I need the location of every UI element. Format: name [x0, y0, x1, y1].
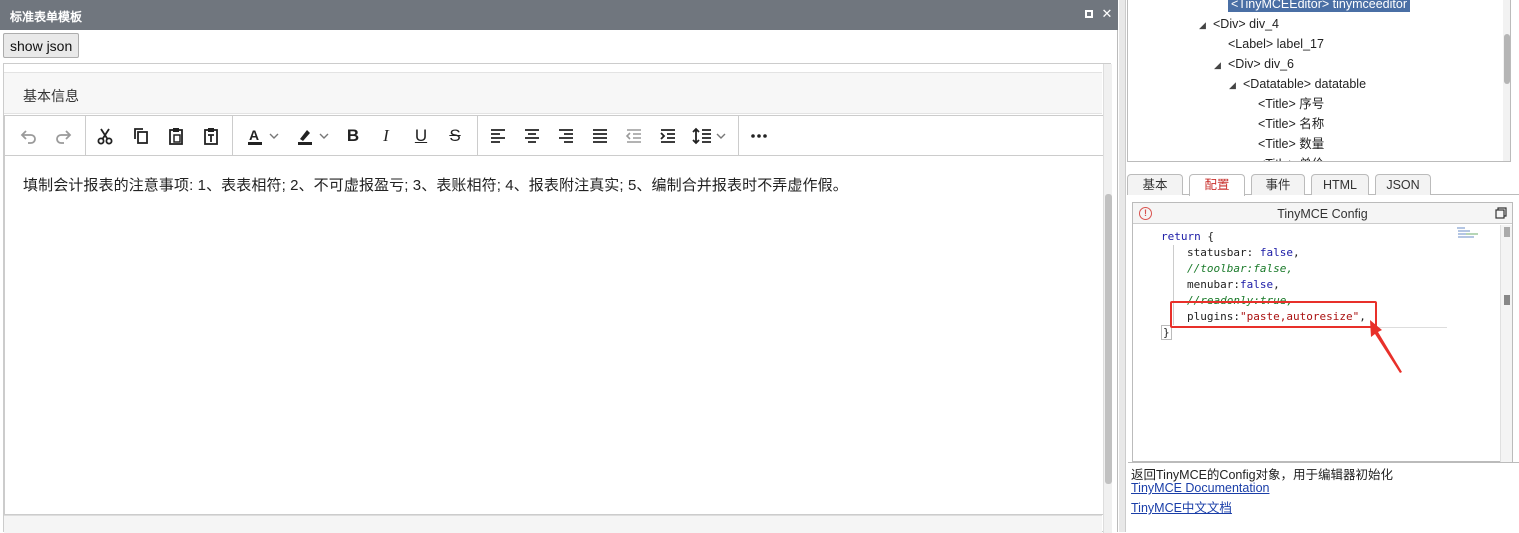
tree-node[interactable]: <Title> 名称: [1244, 114, 1324, 134]
cut-icon[interactable]: [91, 122, 119, 150]
text-color-icon[interactable]: A: [239, 122, 285, 150]
restore-window-icon[interactable]: [1495, 207, 1507, 219]
paste-icon[interactable]: [162, 122, 190, 150]
redo-icon[interactable]: [49, 122, 77, 150]
tab-3[interactable]: HTML: [1311, 174, 1369, 195]
tree-node[interactable]: ◢ <Datatable> datatable: [1229, 74, 1366, 94]
highlight-color-icon[interactable]: [289, 122, 335, 150]
form-area: 基本信息 A B I U S 填制会计报表的注意事项: 1、表表相符; 2、不可…: [3, 63, 1112, 533]
more-icon[interactable]: [745, 122, 773, 150]
copy-icon[interactable]: [127, 122, 155, 150]
annotation-highlight-box: [1170, 301, 1377, 328]
tree-node[interactable]: <Title> 数量: [1244, 134, 1324, 154]
tree-node-label: <Title> 序号: [1258, 97, 1325, 111]
form-footer-bar: [4, 515, 1102, 533]
align-left-icon[interactable]: [484, 122, 512, 150]
scrollbar-thumb[interactable]: [1105, 194, 1112, 484]
editor-content[interactable]: 填制会计报表的注意事项: 1、表表相符; 2、不可虚报盈亏; 3、表账相符; 4…: [23, 174, 848, 195]
tree-node[interactable]: <TinyMCEEditor> tinymceeditor: [1214, 0, 1410, 14]
property-tabs: 基本 配置 事件 HTML JSON: [1127, 172, 1519, 196]
editor-toolbar: A B I U S: [5, 116, 1103, 156]
tab-2[interactable]: 事件: [1251, 174, 1305, 195]
tree-node-label: <Title> 名称: [1258, 117, 1325, 131]
indent-icon[interactable]: [654, 122, 682, 150]
component-tree: <TinyMCEEditor> tinymceeditor ◢ <Div> div_…: [1127, 0, 1511, 162]
config-panel-header: ! TinyMCE Config: [1133, 203, 1512, 224]
form-scrollbar[interactable]: [1103, 64, 1112, 533]
tree-node-label: <TinyMCEEditor> tinymceeditor: [1228, 0, 1410, 12]
form-template-window: 标准表单模板 ✕ show json 基本信息 A B I U S 填制会计报表…: [0, 0, 1118, 533]
tree-node-label: <Div> div_6: [1228, 57, 1295, 71]
rich-text-editor: A B I U S 填制会计报表的注意事项: 1、表表相符; 2、不可虚报盈亏;…: [4, 115, 1104, 515]
tab-0[interactable]: 基本: [1127, 174, 1183, 195]
tinymce-chinese-docs-link[interactable]: TinyMCE中文文档: [1131, 497, 1232, 516]
tree-node[interactable]: <Title> 序号: [1244, 94, 1324, 114]
bold-icon[interactable]: B: [339, 122, 367, 150]
justify-icon[interactable]: [586, 122, 614, 150]
code-scrollbar[interactable]: [1500, 225, 1512, 462]
outdent-icon[interactable]: [620, 122, 648, 150]
tree-node-label: <Title> 数量: [1258, 137, 1325, 151]
annotation-arrow-icon: [1370, 320, 1402, 373]
maximize-icon[interactable]: [1081, 6, 1097, 22]
tree-node-label: <Datatable> datatable: [1243, 77, 1367, 91]
tab-4[interactable]: JSON: [1375, 174, 1431, 195]
tree-node[interactable]: <Label> label_17: [1214, 34, 1324, 54]
tree-node-label: <Label> label_17: [1228, 37, 1324, 51]
tree-scrollbar[interactable]: [1503, 0, 1510, 161]
svg-text:A: A: [249, 127, 259, 143]
tree-node-label: <Div> div_4: [1213, 17, 1280, 31]
tree-node[interactable]: ◢ <Div> div_4: [1199, 14, 1279, 34]
show-json-button[interactable]: show json: [3, 33, 80, 58]
code-editor[interactable]: return { statusbar: false, //toolbar:fal…: [1133, 225, 1501, 462]
line-height-icon[interactable]: [688, 122, 730, 150]
tree-expand-icon[interactable]: ◢: [1199, 15, 1213, 35]
code-minimap[interactable]: [1456, 226, 1500, 240]
tree-node[interactable]: <Title> 单价: [1244, 154, 1324, 161]
italic-icon[interactable]: I: [372, 122, 400, 150]
window-titlebar: 标准表单模板 ✕: [0, 0, 1118, 30]
section-label: 基本信息: [23, 88, 79, 104]
code-comment-toolbar: //toolbar:false,: [1187, 262, 1293, 275]
align-center-icon[interactable]: [518, 122, 546, 150]
paste-text-icon[interactable]: [197, 122, 225, 150]
panel-splitter[interactable]: [1119, 0, 1126, 532]
toolbar-separator: [477, 116, 478, 156]
tree-node[interactable]: ◢ <Div> div_6: [1214, 54, 1294, 74]
tree-expand-icon[interactable]: ◢: [1229, 75, 1243, 95]
toolbar-separator: [738, 116, 739, 156]
tab-1[interactable]: 配置: [1189, 174, 1245, 196]
code-keyword-return: return: [1161, 230, 1201, 243]
strikethrough-icon[interactable]: S: [441, 122, 469, 150]
undo-icon[interactable]: [15, 122, 43, 150]
config-panel-title: TinyMCE Config: [1277, 207, 1368, 221]
toolbar-separator: [85, 116, 86, 156]
tinymce-config-panel: ! TinyMCE Config return { statusbar: fal…: [1132, 202, 1513, 462]
scrollbar-thumb[interactable]: [1504, 34, 1510, 84]
designer-side-panel: <TinyMCEEditor> tinymceeditor ◢ <Div> div_…: [1119, 0, 1519, 532]
window-title: 标准表单模板: [10, 10, 83, 24]
tree-node-label: <Title> 单价: [1258, 157, 1324, 161]
align-right-icon[interactable]: [552, 122, 580, 150]
tinymce-documentation-link[interactable]: TinyMCE Documentation: [1131, 481, 1269, 495]
description-divider: [1128, 462, 1519, 463]
underline-icon[interactable]: U: [407, 122, 435, 150]
tree-expand-icon[interactable]: ◢: [1214, 55, 1228, 75]
section-header: 基本信息: [4, 72, 1102, 114]
toolbar-separator: [232, 116, 233, 156]
close-icon[interactable]: ✕: [1099, 6, 1115, 22]
